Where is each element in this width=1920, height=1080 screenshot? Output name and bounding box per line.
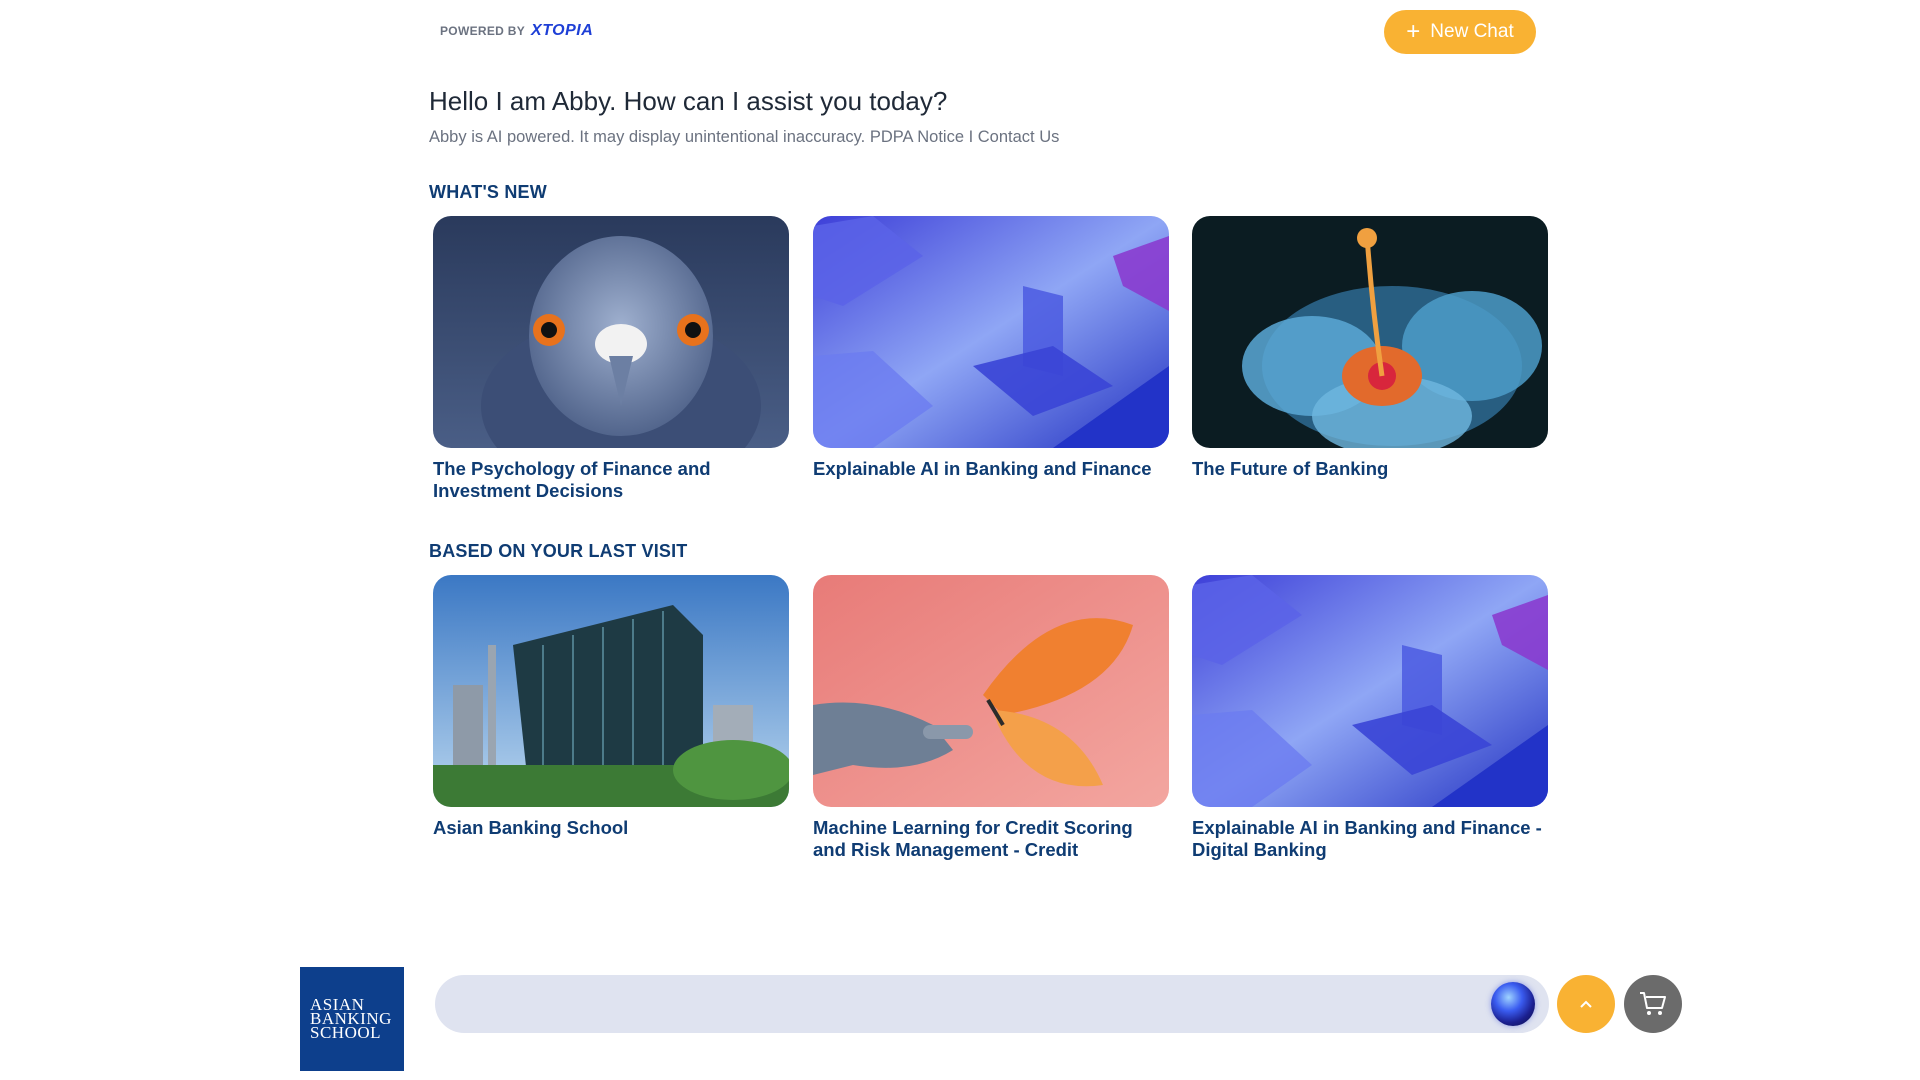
chat-bar — [435, 975, 1549, 1035]
plus-icon: + — [1406, 18, 1421, 45]
card-explainable-ai-digital[interactable]: Explainable AI in Banking and Finance - … — [1192, 575, 1548, 861]
xtopia-logo: XTOPIA — [531, 22, 594, 39]
ai-orb-icon[interactable] — [1491, 982, 1535, 1026]
card-explainable-ai[interactable]: Explainable AI in Banking and Finance — [813, 216, 1169, 480]
card-caption[interactable]: The Psychology of Finance and Investment… — [433, 458, 789, 502]
greeting-heading: Hello I am Abby. How can I assist you to… — [429, 86, 948, 116]
scroll-up-button[interactable] — [1557, 975, 1615, 1033]
card-machine-learning-credit[interactable]: Machine Learning for Credit Scoring and … — [813, 575, 1169, 861]
logo-line: SCHOOL — [310, 1023, 382, 1042]
new-chat-button[interactable]: + New Chat — [1384, 10, 1536, 54]
pigeon-image — [433, 216, 789, 448]
card-psychology-finance[interactable]: The Psychology of Finance and Investment… — [433, 216, 789, 502]
card-caption[interactable]: Machine Learning for Credit Scoring and … — [813, 817, 1169, 861]
blue-abstract-image — [1192, 575, 1548, 807]
card-caption[interactable]: Explainable AI in Banking and Finance — [813, 458, 1169, 480]
office-building-image — [433, 575, 789, 807]
cart-button[interactable] — [1624, 975, 1682, 1033]
cart-icon — [1640, 992, 1666, 1015]
card-caption[interactable]: The Future of Banking — [1192, 458, 1548, 480]
chat-input[interactable] — [455, 975, 1459, 1035]
blue-abstract-image — [813, 216, 1169, 448]
robot-butterfly-image — [813, 575, 1169, 807]
whats-new-title: WHAT'S NEW — [429, 182, 547, 202]
card-caption[interactable]: Explainable AI in Banking and Finance - … — [1192, 817, 1548, 861]
ai-disclaimer: Abby is AI powered. It may display unint… — [429, 128, 1060, 146]
new-chat-label: New Chat — [1430, 21, 1514, 42]
powered-by-xtopia: POWERED BY XTOPIA — [440, 22, 593, 40]
last-visit-title: BASED ON YOUR LAST VISIT — [429, 541, 688, 561]
card-future-of-banking[interactable]: The Future of Banking — [1192, 216, 1548, 480]
card-caption[interactable]: Asian Banking School — [433, 817, 789, 839]
asian-banking-school-logo: ASIAN BANKING SCHOOL — [300, 967, 404, 1071]
card-asian-banking-school[interactable]: Asian Banking School — [433, 575, 789, 839]
chevron-up-icon — [1580, 1000, 1592, 1008]
hibiscus-image — [1192, 216, 1548, 448]
powered-by-label: POWERED BY — [440, 24, 526, 38]
